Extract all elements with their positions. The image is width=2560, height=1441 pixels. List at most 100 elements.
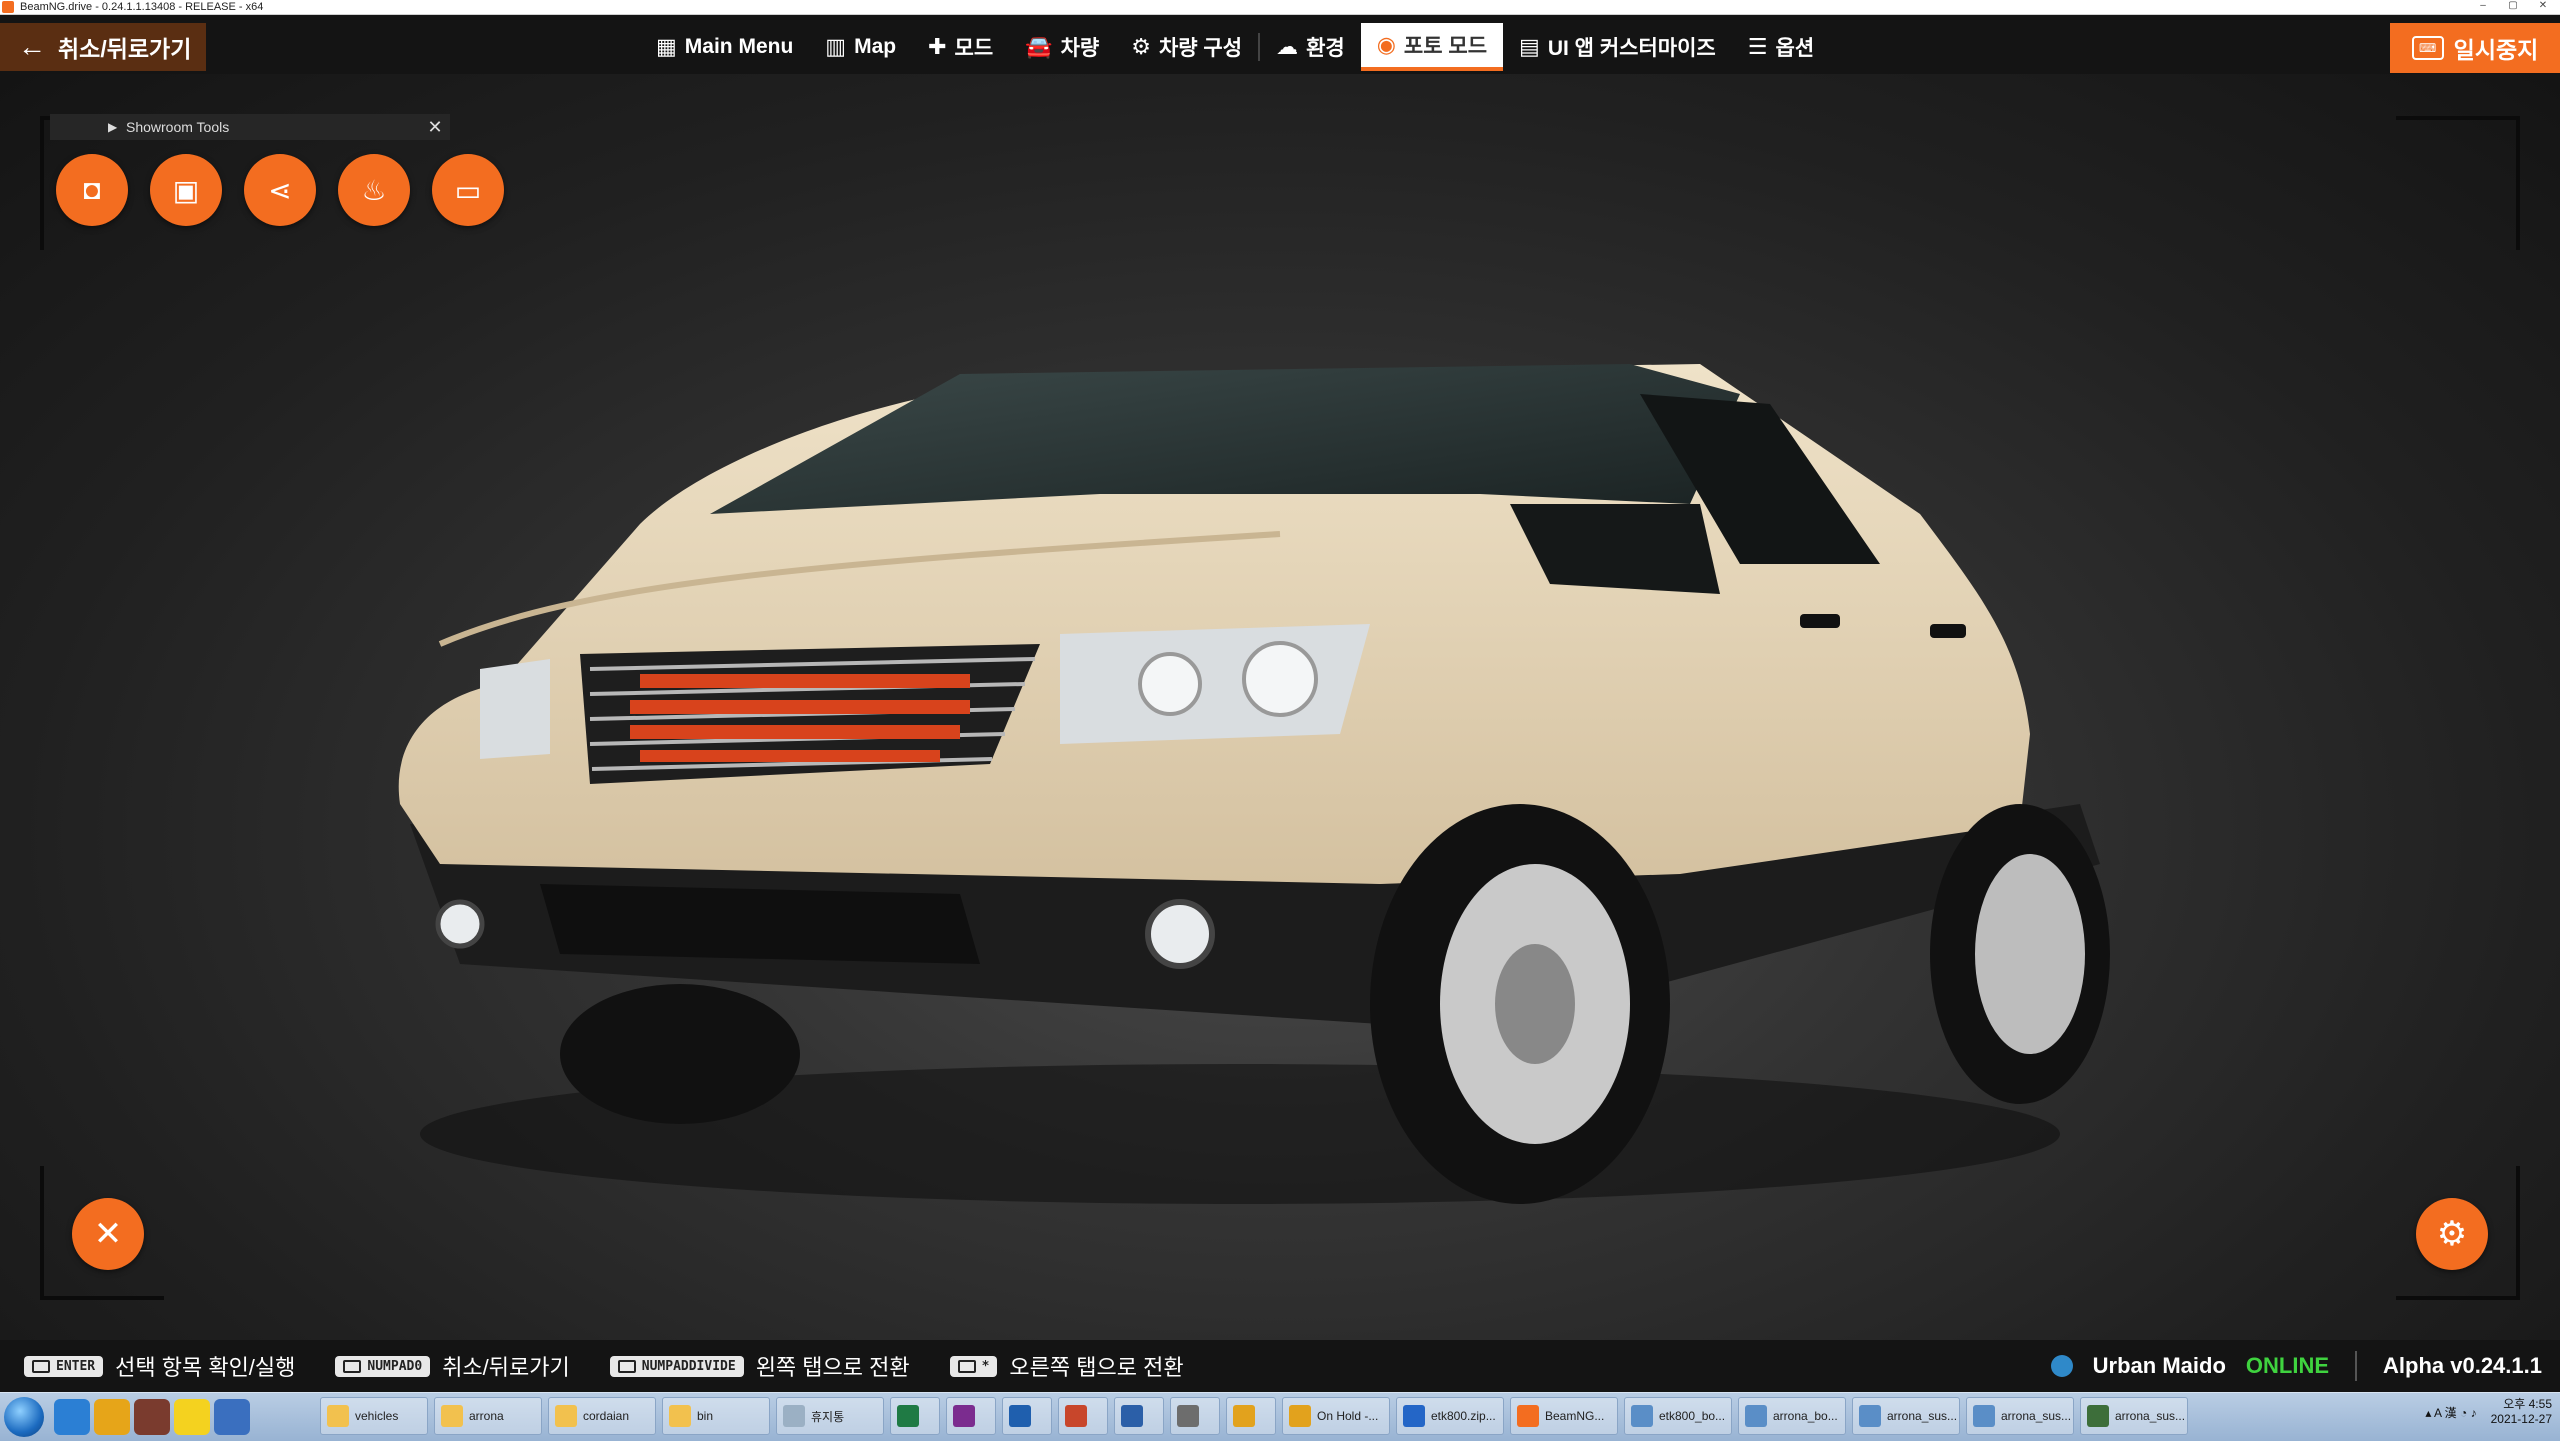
- menu-item-options[interactable]: ☰ 옵션: [1732, 23, 1830, 71]
- pause-button-label: 일시중지: [2453, 37, 2539, 63]
- tray-icons[interactable]: ▴ A 漢 ◔ ♪: [2425, 1404, 2476, 1421]
- taskbar-item[interactable]: arrona_sus...: [1966, 1397, 2074, 1435]
- clock-time: 오후 4:55: [2503, 1397, 2552, 1411]
- keyboard-icon: [32, 1359, 50, 1373]
- key-badge: NUMPADDIVIDE: [609, 1355, 744, 1377]
- version-label: Alpha v0.24.1.1: [2383, 1353, 2542, 1378]
- clock-date: 2021-12-27: [2490, 1412, 2552, 1426]
- key-badge: *: [949, 1355, 998, 1377]
- photo-settings-button[interactable]: ⚙: [2416, 1198, 2488, 1270]
- puzzle-icon: ✚: [928, 34, 947, 59]
- task-label: etk800.zip...: [1431, 1409, 1496, 1423]
- taskbar-item[interactable]: [890, 1397, 940, 1435]
- task-label: arrona_sus...: [1887, 1409, 1958, 1423]
- key-badge: NUMPAD0: [335, 1355, 431, 1377]
- taskbar-item[interactable]: [1226, 1397, 1276, 1435]
- maximize-icon[interactable]: ▢: [2500, 0, 2526, 12]
- task-label: vehicles: [355, 1409, 399, 1423]
- menu-item-label: 차량: [1060, 37, 1100, 60]
- hint-item: ENTER 선택 항목 확인/실행: [24, 1350, 295, 1382]
- close-photo-mode-button[interactable]: ✕: [72, 1198, 144, 1270]
- taskbar-item[interactable]: etk800.zip...: [1396, 1397, 1504, 1435]
- taskbar-item[interactable]: BeamNG...: [1510, 1397, 1618, 1435]
- taskbar-item[interactable]: [1002, 1397, 1052, 1435]
- ie-icon[interactable]: [54, 1399, 90, 1435]
- start-button[interactable]: [4, 1397, 44, 1437]
- screenshot-button[interactable]: ▣: [150, 154, 222, 226]
- pinned-apps: [54, 1399, 250, 1435]
- taskbar-item[interactable]: [1170, 1397, 1220, 1435]
- taskbar-item[interactable]: On Hold -...: [1282, 1397, 1390, 1435]
- top-navigation: ← 취소/뒤로가기 ▦ Main Menu ▥ Map ✚ 모드 🚘 차량 ⚙ …: [0, 15, 2560, 74]
- task-label: arrona_sus...: [2001, 1409, 2072, 1423]
- task-label: etk800_bo...: [1659, 1409, 1726, 1423]
- weather-icon: ☁: [1276, 34, 1299, 59]
- showroom-tools-title: Showroom Tools: [126, 119, 230, 135]
- steam-button[interactable]: ♨: [338, 154, 410, 226]
- menu-item-label: Main Menu: [684, 35, 794, 58]
- taskbar-item[interactable]: arrona_sus...: [2080, 1397, 2188, 1435]
- taskbar-item[interactable]: arrona_sus...: [1852, 1397, 1960, 1435]
- taskbar-item[interactable]: cordaian: [548, 1397, 656, 1435]
- taskbar-item[interactable]: [1114, 1397, 1164, 1435]
- image-icon: [1973, 1405, 1995, 1427]
- task-label: bin: [697, 1409, 714, 1423]
- menu-item-main-menu[interactable]: ▦ Main Menu: [640, 23, 809, 71]
- key-label: *: [981, 1358, 990, 1374]
- taskbar-item[interactable]: etk800_bo...: [1624, 1397, 1732, 1435]
- folder-icon: [669, 1405, 691, 1427]
- menu-item-photo-mode[interactable]: ◉ 포토 모드: [1360, 23, 1504, 71]
- take-photo-button[interactable]: ◘: [56, 154, 128, 226]
- back-button[interactable]: ← 취소/뒤로가기: [0, 23, 206, 71]
- menu-item-vehicle-config[interactable]: ⚙ 차량 구성: [1115, 23, 1258, 71]
- excel-icon: [897, 1405, 919, 1427]
- username: Urban Maido: [2092, 1353, 2226, 1378]
- kakaotalk-icon[interactable]: [174, 1399, 210, 1435]
- menu-item-ui-apps[interactable]: ▤ UI 앱 커스터마이즈: [1503, 23, 1732, 71]
- menu-item-label: UI 앱 커스터마이즈: [1547, 37, 1716, 60]
- hint-label: 오른쪽 탭으로 전환: [1009, 1355, 1184, 1380]
- close-icon[interactable]: ✕: [424, 114, 446, 140]
- taskbar-item[interactable]: bin: [662, 1397, 770, 1435]
- clock[interactable]: 오후 4:55 2021-12-27: [2491, 1397, 2552, 1427]
- open-folder-button[interactable]: ▭: [432, 154, 504, 226]
- car-icon: 🚘: [1025, 34, 1053, 59]
- showroom-tools-header[interactable]: ▶ Showroom Tools: [50, 114, 450, 140]
- windows-taskbar: vehicles arrona cordaian bin 휴지통 On Hold…: [0, 1392, 2560, 1441]
- menu-item-mods[interactable]: ✚ 모드: [912, 23, 1009, 71]
- app-icon[interactable]: [134, 1399, 170, 1435]
- menu-item-map[interactable]: ▥ Map: [809, 23, 912, 71]
- keyboard-icon: [343, 1359, 362, 1373]
- app-icon: [1403, 1405, 1425, 1427]
- engine-icon: ⚙: [1131, 34, 1151, 59]
- window-controls: – ▢ ✕: [2470, 0, 2556, 12]
- taskbar-item[interactable]: [1058, 1397, 1108, 1435]
- taskbar-item[interactable]: vehicles: [320, 1397, 428, 1435]
- pause-button[interactable]: ⌨ 일시중지: [2390, 23, 2560, 73]
- desktop-icon[interactable]: [214, 1399, 250, 1435]
- minimize-icon[interactable]: –: [2470, 0, 2496, 12]
- app-icon: [1177, 1405, 1199, 1427]
- hint-item: NUMPAD0 취소/뒤로가기: [335, 1350, 570, 1382]
- map-icon: ▥: [825, 34, 847, 59]
- ui-apps-icon: ▤: [1519, 34, 1540, 59]
- folder-icon: [555, 1405, 577, 1427]
- folder-icon: [327, 1405, 349, 1427]
- taskbar-item[interactable]: arrona_bo...: [1738, 1397, 1846, 1435]
- menu-item-vehicles[interactable]: 🚘 차량: [1009, 23, 1115, 71]
- caret-right-icon: ▶: [108, 120, 118, 134]
- key-label: NUMPAD0: [367, 1358, 423, 1374]
- share-button[interactable]: ⋖: [244, 154, 316, 226]
- taskbar-item[interactable]: [946, 1397, 996, 1435]
- image-icon: [1859, 1405, 1881, 1427]
- gear-icon: ⚙: [2436, 1215, 2468, 1253]
- menu-item-environment[interactable]: ☁ 환경: [1260, 23, 1361, 71]
- photo-viewport[interactable]: ▶ Showroom Tools ✕ ◘ ▣ ⋖ ♨ ▭ ✕ ⚙: [0, 74, 2560, 1340]
- close-window-icon[interactable]: ✕: [2530, 0, 2556, 12]
- hint-item: NUMPADDIVIDE 왼쪽 탭으로 전환: [609, 1350, 910, 1382]
- taskbar-item[interactable]: 휴지통: [776, 1397, 884, 1435]
- folder-icon: ▭: [454, 174, 482, 206]
- word-icon: [1121, 1405, 1143, 1427]
- chrome-icon[interactable]: [94, 1399, 130, 1435]
- taskbar-item[interactable]: arrona: [434, 1397, 542, 1435]
